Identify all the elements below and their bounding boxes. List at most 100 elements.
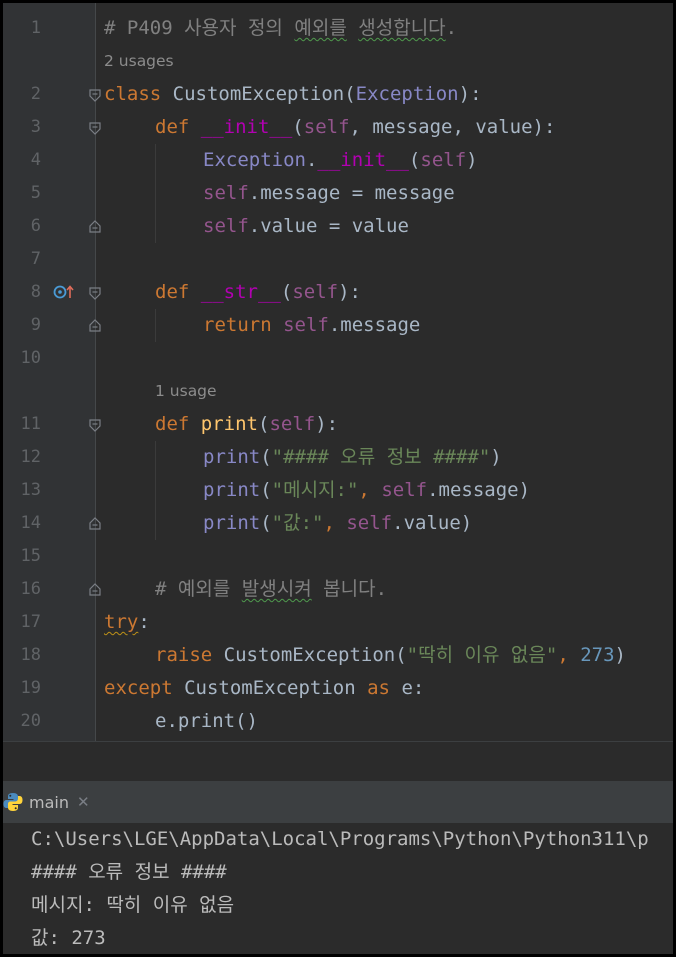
console-line: C:\Users\LGE\AppData\Local\Programs\Pyth…: [31, 828, 649, 850]
code-editor[interactable]: 1 2 3 4 5 6 7 8 9 10 11 12 13 14 15 16 1…: [3, 3, 673, 741]
line-number: 10: [20, 348, 41, 368]
keyword: def: [155, 413, 190, 435]
code-line-9[interactable]: return self.message: [203, 309, 420, 342]
override-method-icon[interactable]: [53, 284, 75, 300]
console-line: 메시지: 딱히 이유 없음: [31, 894, 235, 916]
fold-toggle-icon[interactable]: [89, 89, 101, 102]
self-param: self: [283, 314, 329, 336]
self-param: self: [381, 479, 428, 501]
code-line-18[interactable]: raise CustomException("딱히 이유 없음", 273): [155, 639, 626, 672]
ide-window: 1 2 3 4 5 6 7 8 9 10 11 12 13 14 15 16 1…: [3, 3, 673, 954]
code-line-14[interactable]: print("값:", self.value): [203, 507, 472, 540]
line-number: 18: [20, 645, 41, 665]
punctuation: ):: [338, 281, 361, 303]
punctuation: (: [260, 479, 272, 501]
comment-text: 봅니다.: [311, 578, 388, 600]
self-param: self: [420, 149, 467, 171]
keyword: except: [104, 677, 173, 699]
gutter-divider: [95, 3, 96, 741]
code-line-16[interactable]: # 예외를 발생시켜 봅니다.: [155, 573, 387, 606]
code-line-17[interactable]: try:: [104, 606, 150, 639]
line-number: 16: [20, 579, 41, 599]
code-line-19[interactable]: except CustomException as e:: [104, 672, 424, 705]
fold-toggle-icon[interactable]: [89, 122, 101, 135]
fold-end-icon[interactable]: [89, 583, 101, 596]
comment-text: 발생시켜: [241, 578, 312, 600]
code-line-6[interactable]: self.value = value: [203, 210, 409, 243]
line-number: 8: [30, 282, 41, 302]
line-number: 17: [20, 612, 41, 632]
run-console-output[interactable]: C:\Users\LGE\AppData\Local\Programs\Pyth…: [3, 823, 673, 954]
class-name: CustomException: [172, 677, 368, 699]
line-number: 1: [30, 18, 41, 38]
code-line-11[interactable]: def print(self):: [155, 408, 338, 441]
class-call: CustomException(: [212, 644, 407, 666]
fold-end-icon[interactable]: [89, 319, 101, 332]
usage-hint[interactable]: 2 usages: [104, 45, 174, 78]
punctuation: :: [138, 611, 150, 633]
line-number: 15: [20, 546, 41, 566]
line-number: 3: [30, 117, 41, 137]
base-class: Exception: [203, 149, 306, 171]
statement: .value = value: [248, 215, 409, 237]
self-param: self: [346, 512, 393, 534]
string-literal: "메시지:": [271, 479, 359, 501]
punctuation: ): [490, 446, 502, 468]
fold-toggle-icon[interactable]: [89, 419, 101, 432]
params: , message, value):: [349, 116, 556, 138]
string-literal: "#### 오류 정보 ####": [271, 446, 491, 468]
line-number: 5: [30, 183, 41, 203]
fold-end-icon[interactable]: [89, 517, 101, 530]
comment-text: # P409 사용자 정의: [104, 17, 295, 39]
punctuation: ): [614, 644, 626, 666]
code-line-2[interactable]: class CustomException(Exception):: [104, 78, 482, 111]
keyword: try: [104, 611, 139, 633]
close-icon[interactable]: ✕: [77, 793, 90, 811]
indent-guide: [155, 441, 156, 540]
fold-end-icon[interactable]: [89, 220, 101, 233]
indent-guide: [155, 144, 156, 243]
line-number: 19: [20, 678, 41, 698]
statement: .value): [392, 512, 473, 534]
self-param: self: [203, 215, 249, 237]
python-icon: [3, 793, 23, 811]
punctuation: (: [292, 116, 304, 138]
class-name: CustomException(: [161, 83, 356, 105]
code-line-4[interactable]: Exception.__init__(self): [203, 144, 478, 177]
code-line-8[interactable]: def __str__(self):: [155, 276, 361, 309]
string-literal: "딱히 이유 없음": [406, 644, 558, 666]
fold-toggle-icon[interactable]: [89, 287, 101, 300]
keyword: return: [203, 314, 272, 336]
keyword: def: [155, 116, 190, 138]
line-number-gutter: 1 2 3 4 5 6 7 8 9 10 11 12 13 14 15 16 1…: [3, 3, 95, 741]
code-line-1[interactable]: # P409 사용자 정의 예외를 생성합니다.: [104, 12, 457, 45]
builtin-function: print: [203, 512, 261, 534]
usage-hint[interactable]: 1 usage: [155, 375, 217, 408]
method-name: __init__: [200, 116, 293, 138]
line-number: 20: [20, 711, 41, 731]
keyword: class: [104, 83, 162, 105]
self-param: self: [292, 281, 339, 303]
keyword: as: [367, 677, 390, 699]
self-param: self: [269, 413, 316, 435]
punctuation: (: [260, 446, 272, 468]
code-line-3[interactable]: def __init__(self, message, value):: [155, 111, 555, 144]
code-line-12[interactable]: print("#### 오류 정보 ####"): [203, 441, 502, 474]
code-line-20[interactable]: e.print(): [155, 705, 258, 738]
comment-text: .: [445, 17, 458, 39]
code-line-13[interactable]: print("메시지:", self.message): [203, 474, 530, 507]
punctuation: ,: [323, 512, 347, 534]
code-line-5[interactable]: self.message = message: [203, 177, 455, 210]
string-literal: "값:": [271, 512, 324, 534]
method-name: __str__: [200, 281, 281, 303]
punctuation: ):: [458, 83, 482, 105]
line-number: 9: [30, 315, 41, 335]
console-line: 값: 273: [31, 927, 106, 949]
line-number: 11: [20, 414, 41, 434]
run-tab-main[interactable]: main ✕: [3, 781, 96, 823]
punctuation: ):: [315, 413, 339, 435]
line-number: 6: [30, 216, 41, 236]
panel-splitter[interactable]: [3, 741, 673, 782]
